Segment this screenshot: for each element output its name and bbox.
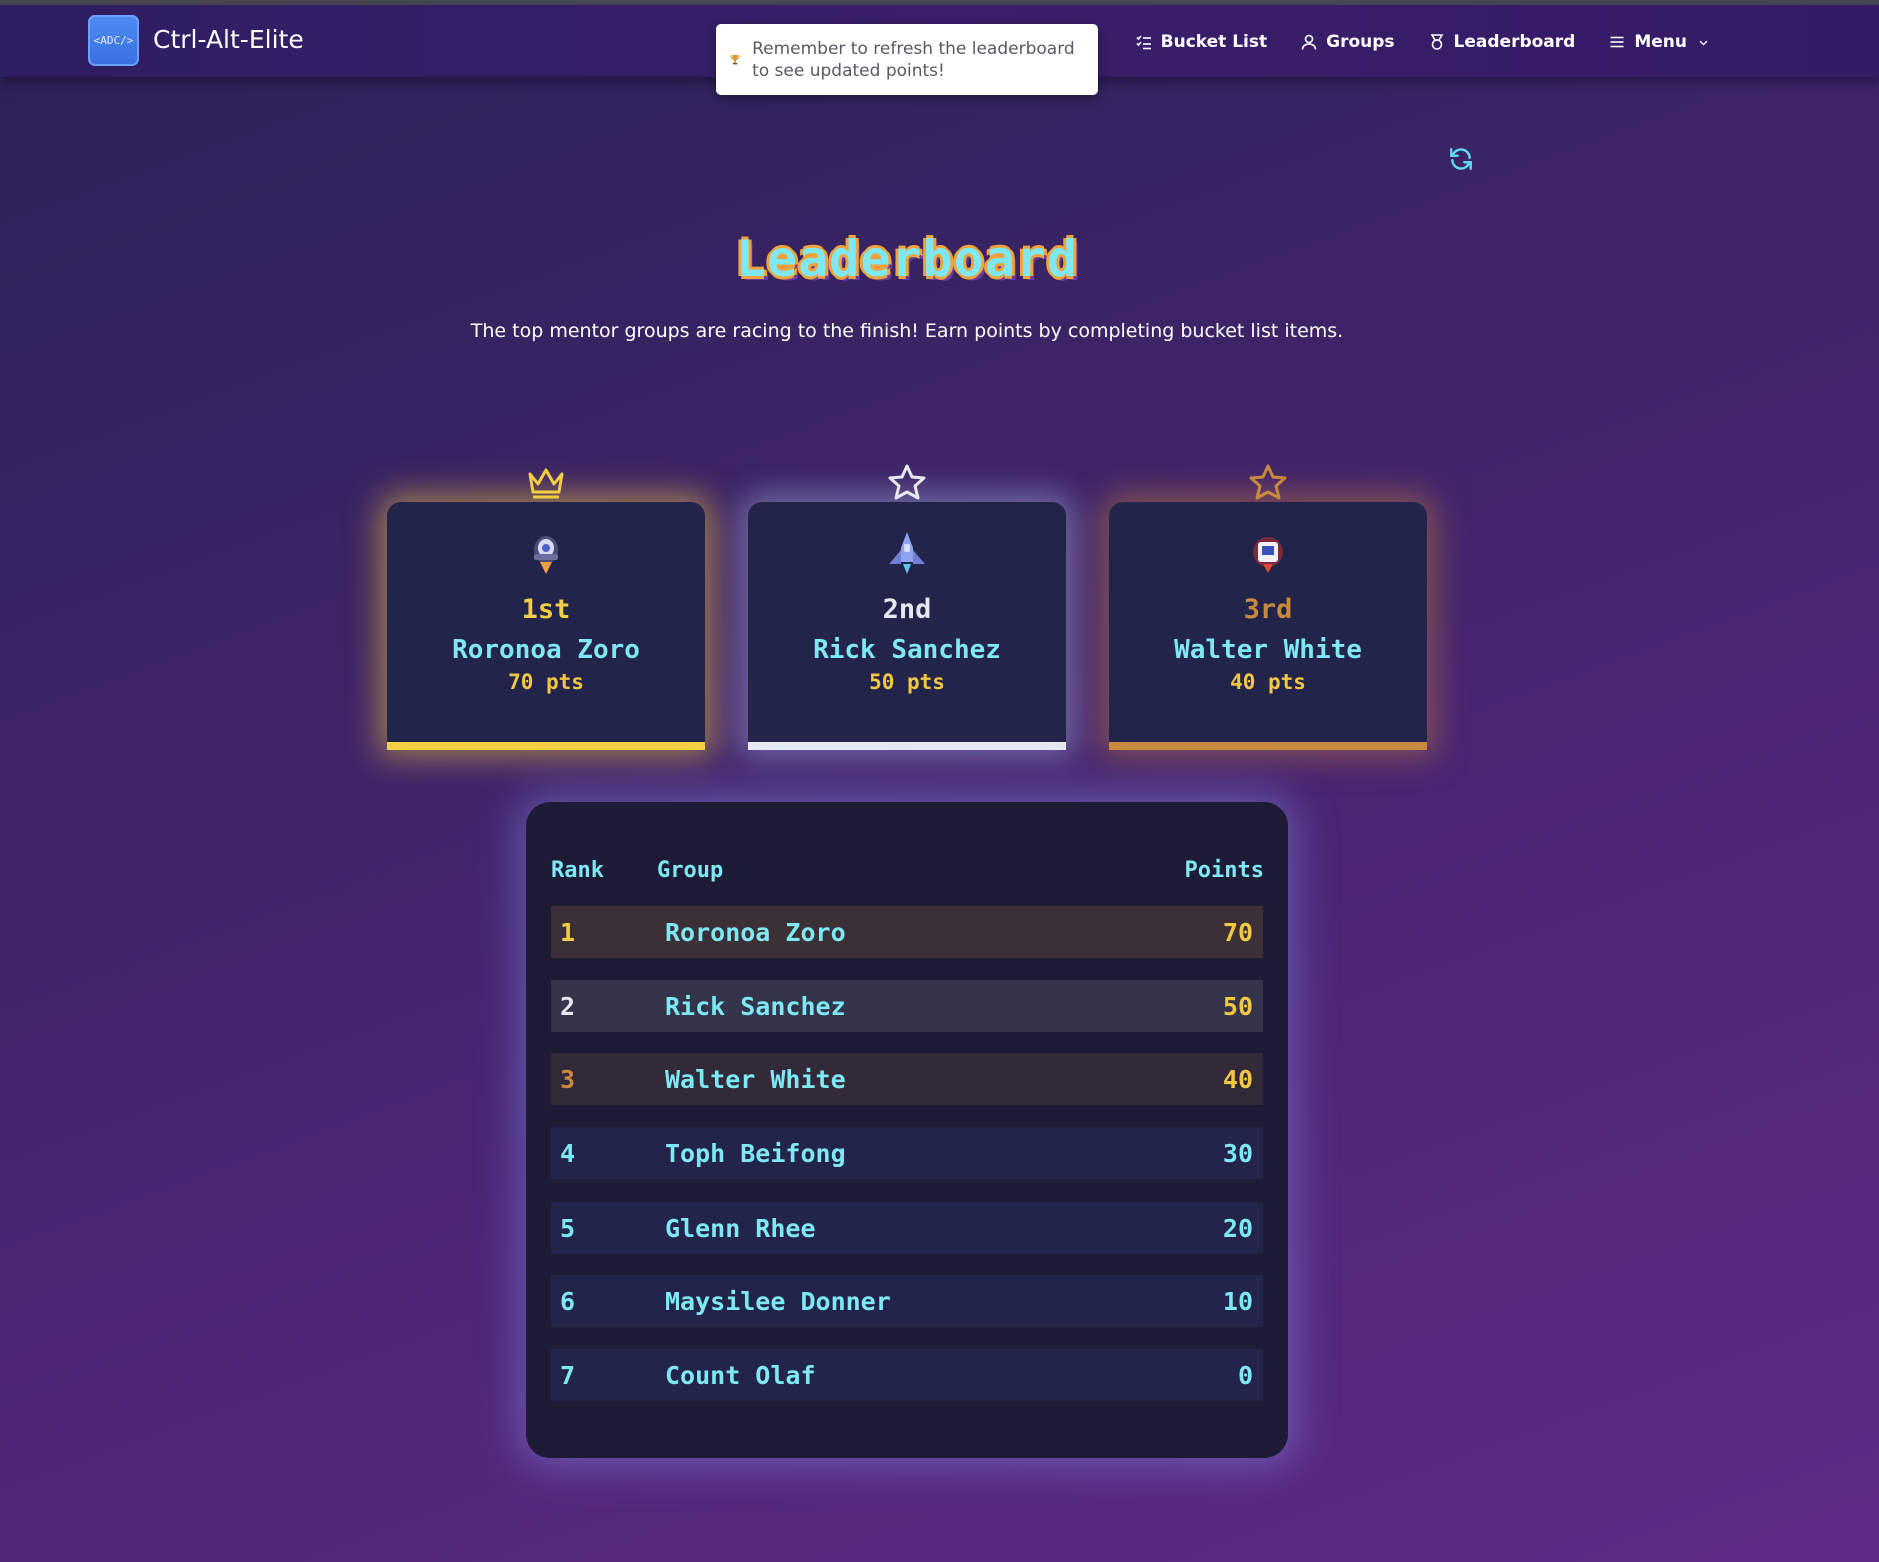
podium-bar: [387, 742, 705, 750]
row-rank: 4: [560, 1139, 576, 1168]
nav-bucket-list-label: Bucket List: [1160, 32, 1268, 52]
table-row[interactable]: 6 Maysilee Donner 10: [551, 1275, 1263, 1327]
star-icon: [888, 464, 926, 500]
row-points: 30: [1222, 1139, 1253, 1168]
row-points: 50: [1222, 992, 1253, 1021]
table-row[interactable]: 1 Roronoa Zoro 70: [551, 906, 1263, 958]
hamburger-icon: [1610, 36, 1624, 48]
podium-card-second[interactable]: 2nd Rick Sanchez 50 pts: [748, 464, 1066, 750]
table-row[interactable]: 5 Glenn Rhee 20: [551, 1202, 1263, 1254]
chevron-down-icon: [1699, 40, 1708, 45]
podium-name: Rick Sanchez: [813, 635, 1001, 665]
podium-place: 3rd: [1243, 594, 1293, 625]
page-subtitle: The top mentor groups are racing to the …: [470, 320, 1344, 342]
podium-place: 2nd: [882, 594, 932, 625]
row-rank: 3: [560, 1065, 576, 1094]
podium-place: 1st: [521, 594, 571, 625]
table-header: Rank Group Points: [551, 858, 1264, 888]
table-row[interactable]: 7 Count Olaf 0: [551, 1349, 1263, 1401]
podium-points: 40 pts: [1230, 670, 1306, 694]
row-group: Toph Beifong: [665, 1139, 846, 1168]
row-group: Maysilee Donner: [665, 1287, 891, 1316]
refresh-icon[interactable]: [1448, 146, 1474, 172]
nav-leaderboard-label: Leaderboard: [1453, 32, 1576, 52]
table-row[interactable]: 4 Toph Beifong 30: [551, 1127, 1263, 1179]
row-group: Walter White: [665, 1065, 846, 1094]
header-points: Points: [1184, 858, 1264, 883]
table-row[interactable]: 2 Rick Sanchez 50: [551, 980, 1263, 1032]
trophy-icon: [730, 54, 740, 64]
crown-icon: [528, 468, 564, 499]
row-rank: 5: [560, 1214, 576, 1243]
podium-name: Walter White: [1174, 635, 1362, 665]
rocket-icon: [534, 536, 558, 574]
nav-leaderboard[interactable]: Leaderboard: [1429, 32, 1576, 52]
podium-points: 70 pts: [508, 670, 584, 694]
podium-card-first[interactable]: 1st Roronoa Zoro 70 pts: [387, 468, 705, 750]
row-rank: 7: [560, 1361, 576, 1390]
page-title: Leaderboard: [735, 230, 1079, 288]
row-rank: 2: [560, 992, 576, 1021]
list-check-icon: [1136, 35, 1151, 50]
spaceship-icon: [889, 532, 925, 574]
nav-menu[interactable]: Menu: [1609, 32, 1709, 52]
podium-card-third[interactable]: 3rd Walter White 40 pts: [1109, 464, 1427, 750]
header-rank: Rank: [551, 858, 604, 883]
leaderboard-table: Rank Group Points 1 Roronoa Zoro 70 2 Ri…: [526, 802, 1288, 1458]
nav-bucket-list[interactable]: Bucket List: [1136, 32, 1267, 52]
podium-points: 50 pts: [869, 670, 945, 694]
podium-bar: [1109, 742, 1427, 750]
app-logo[interactable]: <ADC/>: [88, 15, 139, 66]
star-icon: [1249, 464, 1287, 500]
row-group: Rick Sanchez: [665, 992, 846, 1021]
nav-groups-label: Groups: [1326, 32, 1395, 52]
row-points: 20: [1222, 1214, 1253, 1243]
nav-menu-label: Menu: [1634, 32, 1687, 52]
nav-groups[interactable]: Groups: [1301, 32, 1395, 52]
header-group: Group: [657, 858, 724, 883]
row-rank: 1: [560, 918, 576, 947]
robot-icon: [1253, 537, 1283, 573]
toast-notification[interactable]: Remember to refresh the leaderboard to s…: [716, 24, 1098, 95]
row-group: Roronoa Zoro: [665, 918, 846, 947]
row-group: Glenn Rhee: [665, 1214, 816, 1243]
row-points: 10: [1222, 1287, 1253, 1316]
podium-name: Roronoa Zoro: [452, 635, 640, 665]
toast-message: Remember to refresh the leaderboard to s…: [752, 38, 1075, 81]
row-rank: 6: [560, 1287, 576, 1316]
row-points: 40: [1222, 1065, 1253, 1094]
row-points: 0: [1237, 1361, 1253, 1390]
medal-icon: [1430, 34, 1443, 50]
table-row[interactable]: 3 Walter White 40: [551, 1053, 1263, 1105]
row-group: Count Olaf: [665, 1361, 816, 1390]
podium-bar: [748, 742, 1066, 750]
user-icon: [1301, 34, 1317, 50]
row-points: 70: [1222, 918, 1253, 947]
nav-links: Bucket List Groups Leaderboard Menu: [1136, 32, 1709, 52]
brand-name[interactable]: Ctrl-Alt-Elite: [153, 25, 304, 54]
